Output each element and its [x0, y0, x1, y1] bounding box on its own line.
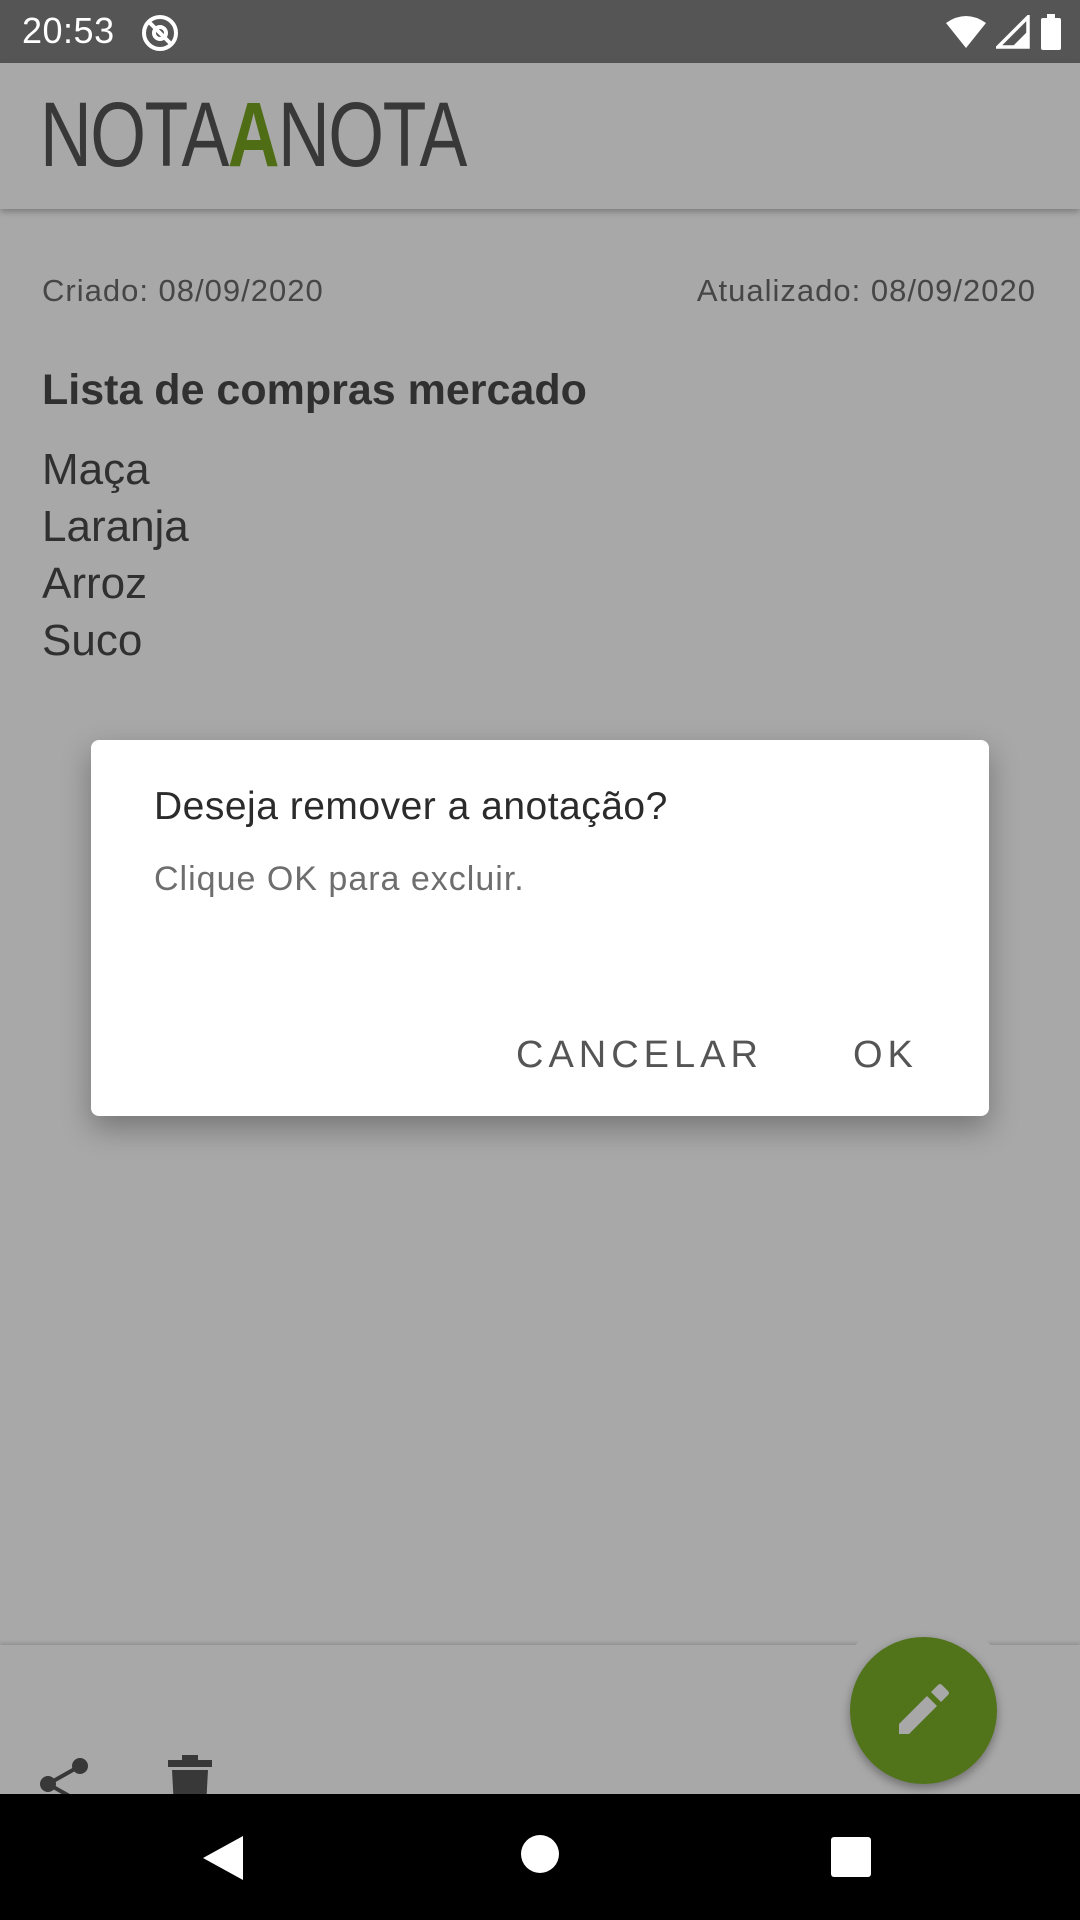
at-sign-icon: [142, 15, 178, 51]
battery-icon: [1041, 14, 1061, 50]
signal-icon: [996, 15, 1030, 49]
ok-button[interactable]: OK: [853, 1020, 918, 1090]
home-icon[interactable]: [520, 1834, 560, 1874]
wifi-icon: [946, 16, 986, 48]
back-icon[interactable]: [203, 1834, 247, 1882]
cancel-button[interactable]: CANCELAR: [516, 1020, 763, 1090]
recents-icon[interactable]: [831, 1837, 871, 1877]
system-nav-bar: [0, 1794, 1080, 1920]
confirm-delete-dialog: Deseja remover a anotação? Clique OK par…: [91, 740, 989, 1116]
status-bar: 20:53: [0, 0, 1080, 63]
status-time: 20:53: [22, 10, 115, 51]
status-icons: [946, 12, 1062, 52]
dialog-title: Deseja remover a anotação?: [154, 785, 668, 828]
dialog-message: Clique OK para excluir.: [154, 860, 525, 898]
